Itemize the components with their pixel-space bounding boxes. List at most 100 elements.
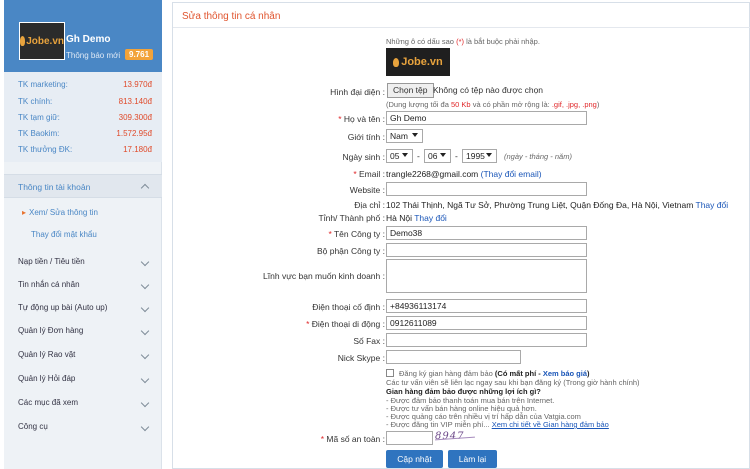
chevron-down-icon <box>140 303 150 313</box>
account-row: TK marketing: 13.970đ <box>18 80 152 89</box>
notify-label[interactable]: Thông báo mới <box>66 51 120 60</box>
dob-day-select[interactable]: 05 <box>386 149 413 163</box>
gender-select[interactable]: Nam <box>386 129 423 143</box>
guarantee-paid: ) <box>587 369 590 378</box>
nav-item-auto-up[interactable]: Tự động up bài (Auto up) <box>4 297 162 321</box>
file-hint-text: và có phần mở rộng là: <box>472 100 550 109</box>
email-label: * Email : <box>353 169 385 179</box>
dob-label: Ngày sinh : <box>342 152 385 162</box>
account-row: TK thưởng ĐK: 17.180đ <box>18 145 152 154</box>
captcha-input[interactable] <box>386 431 433 445</box>
website-label: Website : <box>349 185 385 195</box>
address-text: 102 Thái Thịnh, Ngã Tư Sở, Phường Trung … <box>386 200 694 210</box>
account-value: 309.300đ <box>118 113 152 122</box>
change-address-link[interactable]: Thay đổi <box>696 200 729 210</box>
phone-input[interactable]: +84936113174 <box>386 299 587 313</box>
city-text: Hà Nội <box>386 213 412 223</box>
sub-item-label: Thay đổi mật khẩu <box>31 230 97 239</box>
change-city-link[interactable]: Thay đổi <box>414 213 447 223</box>
file-hint: (Dung lượng tối đa 50 Kb và có phần mở r… <box>386 100 599 109</box>
dob-separator: - <box>455 151 458 161</box>
file-hint-text: ) <box>596 100 600 109</box>
city-value: Hà Nội Thay đổi <box>386 213 447 223</box>
benefit-detail-link[interactable]: Xem chi tiết về Gian hàng đảm bảo <box>492 420 609 429</box>
chevron-down-icon <box>140 374 150 384</box>
menu-account-info-label: Thông tin tài khoản <box>18 182 91 192</box>
edit-profile-panel: Sửa thông tin cá nhân Những ô có dấu sao… <box>172 2 750 469</box>
account-row: TK chính: 813.140đ <box>18 97 152 106</box>
nav-item-label: Các mục đã xem <box>18 398 79 407</box>
account-value: 17.180đ <box>123 145 152 154</box>
nav-item-label: Quản lý Hỏi đáp <box>18 374 76 383</box>
name-input[interactable]: Gh Demo <box>386 111 587 125</box>
avatar[interactable]: Jobe.vn <box>19 22 65 60</box>
nav-item-viewed[interactable]: Các mục đã xem <box>4 392 162 416</box>
gender-label: Giới tính : <box>347 132 385 142</box>
user-name: Gh Demo <box>66 34 111 45</box>
reset-button[interactable]: Làm lại <box>448 450 497 468</box>
update-button[interactable]: Cập nhật <box>386 450 443 468</box>
company-input[interactable]: Demo38 <box>386 226 587 240</box>
captcha-image: 8947 <box>435 431 477 445</box>
nav-item-classifieds[interactable]: Quản lý Rao vặt <box>4 344 162 368</box>
profile-header: Jobe.vn Gh Demo Thông báo mới 9.761 <box>4 0 162 72</box>
account-label: TK Baokim: <box>18 129 60 138</box>
required-note-text: Những ô có dấu sao <box>386 37 454 46</box>
account-label: TK thưởng ĐK: <box>18 145 73 154</box>
address-label: Địa chỉ : <box>354 200 385 210</box>
guarantee-text: Đăng ký gian hàng đảm bảo <box>399 369 493 378</box>
nav-item-qa[interactable]: Quản lý Hỏi đáp <box>4 368 162 392</box>
chevron-down-icon <box>140 280 150 290</box>
current-avatar-image: Jobe.vn <box>386 48 450 76</box>
sub-item-edit-info[interactable]: ▸ Xem/ Sửa thông tin <box>22 208 98 217</box>
nav-item-label: Tự động up bài (Auto up) <box>18 303 108 312</box>
divider <box>173 27 750 28</box>
nav-item-messages[interactable]: Tin nhắn cá nhân <box>4 274 162 298</box>
captcha-label-text: Mã số an toàn : <box>326 434 385 444</box>
dob-month-select[interactable]: 06 <box>424 149 451 163</box>
notify-count-badge[interactable]: 9.761 <box>125 49 154 60</box>
price-link[interactable]: Xem báo giá <box>543 369 587 378</box>
dob-year-select[interactable]: 1995 <box>462 149 497 163</box>
company-label: * Tên Công ty : <box>328 229 385 239</box>
skype-label: Nick Skype : <box>337 353 385 363</box>
account-balances: TK marketing: 13.970đ TK chính: 813.140đ… <box>4 72 162 162</box>
captcha-label: * Mã số an toàn : <box>320 434 385 444</box>
account-label: TK chính: <box>18 97 53 106</box>
account-value: 13.970đ <box>123 80 152 89</box>
fax-input[interactable] <box>386 333 587 347</box>
avatar-label: Hình đại diện : <box>330 87 385 97</box>
file-hint-ext: .gif, .jpg, .png <box>551 100 597 109</box>
mobile-label-text: Điện thoại di động : <box>311 319 385 329</box>
nav-item-orders[interactable]: Quản lý Đơn hàng <box>4 320 162 344</box>
account-label: TK tạm giữ: <box>18 113 60 122</box>
company-label-text: Tên Công ty : <box>333 229 385 239</box>
change-email-link[interactable]: (Thay đổi email) <box>481 169 542 179</box>
account-row: TK tạm giữ: 309.300đ <box>18 113 152 122</box>
guarantee-label: Đăng ký gian hàng đảm bảo (Có mất phí - … <box>399 369 590 378</box>
mobile-input[interactable]: 0912611089 <box>386 316 587 330</box>
skype-input[interactable] <box>386 350 521 364</box>
file-hint-size: 50 Kb <box>450 100 471 109</box>
brand-drop-icon <box>393 57 400 67</box>
name-label: * Họ và tên : <box>338 114 385 124</box>
nav-item-label: Quản lý Rao vặt <box>18 350 76 359</box>
phone-label: Điện thoại cố định : <box>312 302 385 312</box>
department-input[interactable] <box>386 243 587 257</box>
menu-account-info[interactable]: Thông tin tài khoản <box>4 174 162 198</box>
sidebar: Jobe.vn Gh Demo Thông báo mới 9.761 TK m… <box>4 0 162 469</box>
business-field-textarea[interactable] <box>386 259 587 293</box>
choose-file-button[interactable]: Chọn tệp <box>387 83 434 98</box>
guarantee-paid: (Có mất phí - <box>494 369 541 378</box>
website-input[interactable] <box>386 182 587 196</box>
nav-item-tools[interactable]: Công cụ <box>4 416 162 440</box>
nav-item-topup[interactable]: Nạp tiền / Tiêu tiền <box>4 251 162 275</box>
email-value: trangle2268@gmail.com (Thay đổi email) <box>386 169 542 179</box>
benefit-text: - Được đăng tin VIP miễn phí... <box>386 420 490 429</box>
fax-label: Số Fax : <box>353 336 385 346</box>
guarantee-note: Các tư vấn viên sẽ liên lạc ngay sau khi… <box>386 378 640 387</box>
guarantee-checkbox[interactable] <box>386 369 394 377</box>
dob-separator: - <box>417 151 420 161</box>
account-value: 1.572.95đ <box>116 129 152 138</box>
sub-item-change-password[interactable]: Thay đổi mật khẩu <box>31 230 97 239</box>
